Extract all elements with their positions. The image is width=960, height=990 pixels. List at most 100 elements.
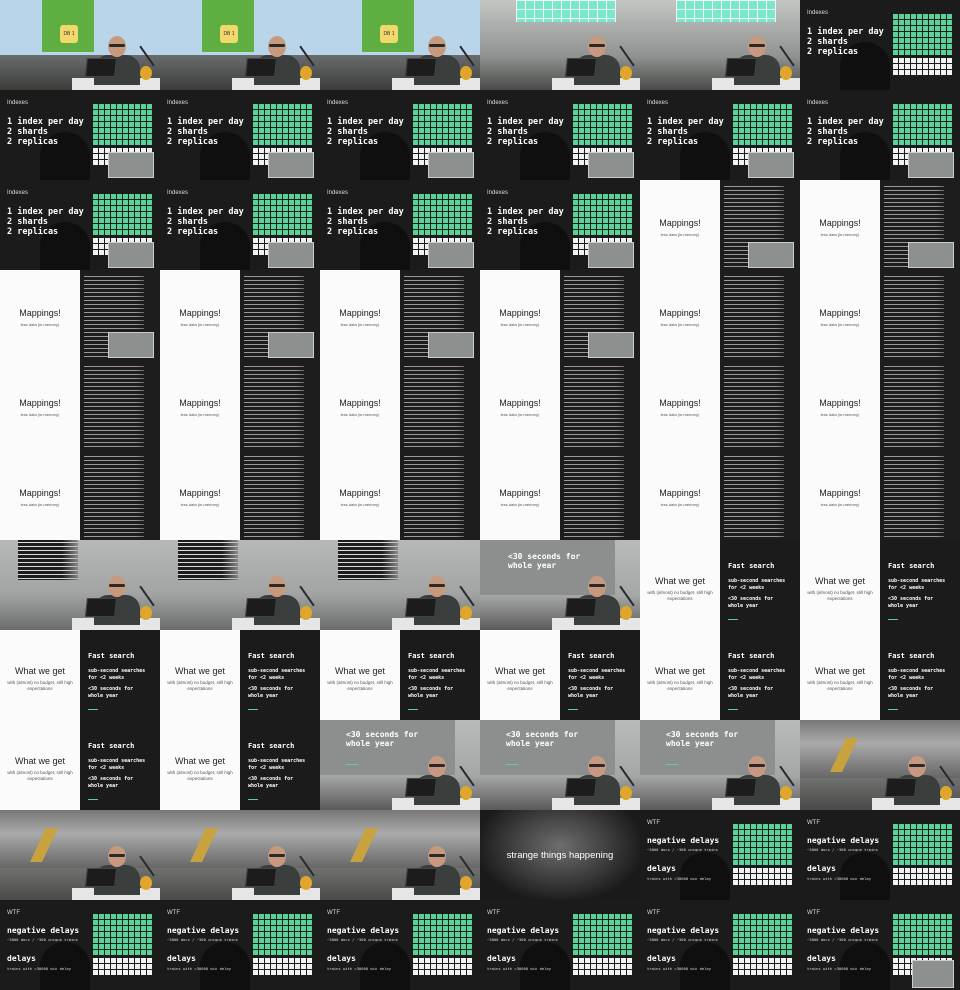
mappings-subtitle: less data (in-memory) [660,322,700,327]
whole-year-text: <30 seconds for whole year [728,596,774,609]
slide-indexes: Indexes 1 index per day 2 shards 2 replicas [0,90,160,180]
projected-code [330,540,404,580]
mapping-code [244,364,318,448]
contact-sheet-grid: DB 1 DB 1 DB 1 Indexes 1 index per day 2 shar… [0,0,960,990]
glasses [589,44,605,47]
mappings-title: Mappings! [179,488,221,498]
line-index: 1 index per day [807,117,884,127]
video-frame-diagram: DB 1 [160,0,320,90]
speaker [232,844,320,900]
wwg-title: What we get [334,666,386,676]
line-replicas: 2 replicas [487,137,539,147]
wwg-subtitle: with (almost) no budget, still high expe… [807,680,873,691]
mappings-title: Mappings! [659,218,701,228]
wwg-title: What we get [814,576,866,586]
flower [300,876,312,890]
accent-rule [408,709,418,710]
slide-mappings: Mappings! less data (in-memory) [800,180,960,270]
flower [460,66,472,80]
sub-second-text: sub-second searches for <2 weeks [88,668,146,681]
shard-grid-green [412,103,472,146]
slide-mappings: Mappings! less data (in-memory) [0,270,160,360]
mappings-subtitle: less data (in-memory) [820,322,860,327]
wwg-dark-panel: Fast search sub-second searches for <2 wee… [880,540,960,630]
line-index: 1 index per day [167,207,244,217]
slide-mappings: Mappings! less data (in-memory) [320,270,480,360]
shard-grid-green [892,13,952,56]
mappings-subtitle: less data (in-memory) [180,412,220,417]
speaker [712,34,800,90]
slide-mappings: Mappings! less data (in-memory) [160,450,320,540]
mappings-subtitle: less data (in-memory) [820,502,860,507]
delays-detail: trains with >30000 min delay [647,876,712,881]
strange-title: strange things happening [506,850,614,861]
wwg-title: What we get [14,756,66,766]
laptop [725,58,757,77]
slide-wtf: WTF negative delays ~3000 docs / ~300 uniq… [320,900,480,990]
negative-delays-heading: negative delays [807,836,880,845]
sub-second-text: sub-second searches for <2 weeks [248,758,306,771]
camera-inset [268,242,314,268]
wwg-subtitle: with (almost) no budget, still high expe… [7,680,73,691]
speaker [72,574,160,630]
mappings-subtitle: less data (in-memory) [660,502,700,507]
flower [460,606,472,620]
wwg-title: What we get [654,576,706,586]
camera-inset [268,332,314,358]
accent-rule [506,764,518,765]
camera-inset [588,332,634,358]
camera-inset [748,242,794,268]
wwg-subtitle: with (almost) no budget, still high expe… [167,680,233,691]
wwg-dark-panel: Fast search sub-second searches for <2 wee… [560,630,640,720]
line-replicas: 2 replicas [647,137,699,147]
wwg-subtitle: with (almost) no budget, still high expe… [647,590,713,601]
laptop [85,598,117,617]
line-replicas: 2 replicas [807,137,859,147]
slide-indexes: Indexes 1 index per day 2 shards 2 replicas [800,0,960,90]
wwg-dark-panel: Fast search sub-second searches for <2 wee… [80,630,160,720]
camera-inset [428,242,474,268]
mappings-title: Mappings! [499,488,541,498]
fast-search-heading: Fast search [88,652,135,660]
wwg-title: What we get [814,666,866,676]
slide-wtf: WTF negative delays ~3000 docs / ~300 uniq… [800,810,960,900]
line-replicas: 2 replicas [167,137,219,147]
delays-heading: delays [7,954,36,963]
slide-what-we-get: What we get with (almost) no budget, stil… [0,720,160,810]
index-lines: 1 index per day 2 shards 2 replicas [487,117,564,147]
whole-year-text: <30 seconds for whole year [248,686,294,699]
glasses [109,584,125,587]
wwg-dark-panel: Fast search sub-second searches for <2 wee… [240,630,320,720]
speaker [552,574,640,630]
video-frame-station [160,810,320,900]
camera-inset [748,152,794,178]
mapping-code [724,274,798,358]
video-frame-diagram: DB 1 [320,0,480,90]
accent-rule [346,764,358,765]
mappings-title: Mappings! [819,398,861,408]
delay-grid-white [732,957,792,976]
delays-detail: trains with >30000 min delay [647,966,712,971]
wtf-label: WTF [647,910,660,916]
flower [460,876,472,890]
negative-delays-detail: ~3000 docs / ~300 unique trains [327,937,398,942]
delay-grid-white [892,867,952,886]
glasses [429,854,445,857]
mappings-subtitle: less data (in-memory) [500,502,540,507]
speaker [552,754,640,810]
thirty-text: <30 seconds for whole year [666,730,739,748]
flower [620,66,632,80]
slide-mappings: Mappings! less data (in-memory) [480,360,640,450]
index-lines: 1 index per day 2 shards 2 replicas [7,207,84,237]
delays-heading: delays [487,954,516,963]
video-frame-station [800,720,960,810]
speaker [72,844,160,900]
camera-inset [108,332,154,358]
flower [620,786,632,800]
accent-rule [888,619,898,620]
shard-grid-white [892,57,952,76]
line-index: 1 index per day [327,207,404,217]
line-replicas: 2 replicas [7,227,59,237]
mappings-subtitle: less data (in-memory) [340,502,380,507]
mappings-subtitle: less data (in-memory) [820,412,860,417]
